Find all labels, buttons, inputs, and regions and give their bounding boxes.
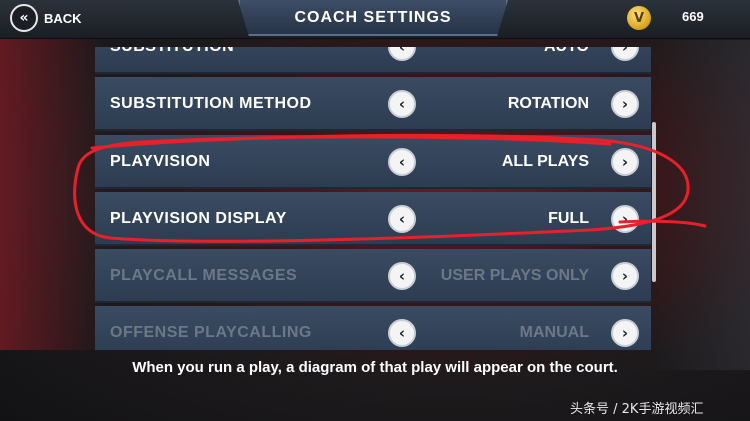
setting-label: SUBSTITUTION	[110, 47, 234, 74]
double-chevron-left-icon: «	[10, 4, 38, 32]
setting-value: AUTO	[544, 47, 589, 74]
back-button[interactable]: « BACK	[10, 4, 82, 32]
settings-list[interactable]: SUBSTITUTION ‹ AUTO › SUBSTITUTION METHO…	[95, 47, 651, 350]
setting-description: When you run a play, a diagram of that p…	[132, 359, 618, 376]
chevron-left-icon[interactable]: ‹	[388, 205, 416, 233]
chevron-right-icon[interactable]: ›	[611, 90, 639, 118]
setting-row-playvision-display[interactable]: PLAYVISION DISPLAY ‹ FULL ›	[95, 192, 651, 246]
background-glow-right	[650, 40, 750, 370]
chevron-right-icon[interactable]: ›	[611, 47, 639, 61]
chevron-left-icon[interactable]: ‹	[388, 90, 416, 118]
background-glow-left	[0, 30, 110, 350]
chevron-right-icon[interactable]: ›	[611, 319, 639, 347]
setting-label: PLAYVISION DISPLAY	[110, 210, 287, 227]
vc-coin-icon: V	[627, 6, 651, 30]
watermark: 头条号 / 2K手游视频汇	[570, 402, 704, 417]
setting-value: USER PLAYS ONLY	[440, 267, 589, 284]
chevron-left-icon[interactable]: ‹	[388, 148, 416, 176]
setting-row-playcall-messages[interactable]: PLAYCALL MESSAGES ‹ USER PLAYS ONLY ›	[95, 249, 651, 303]
page-title: COACH SETTINGS	[294, 9, 452, 26]
setting-row-offense-playcalling[interactable]: OFFENSE PLAYCALLING ‹ MANUAL ›	[95, 306, 651, 350]
vc-balance: 669	[682, 9, 704, 24]
back-label: BACK	[44, 10, 82, 26]
chevron-left-icon[interactable]: ‹	[388, 262, 416, 290]
chevron-right-icon[interactable]: ›	[611, 205, 639, 233]
setting-row-playvision[interactable]: PLAYVISION ‹ ALL PLAYS ›	[95, 135, 651, 189]
setting-label: PLAYCALL MESSAGES	[110, 267, 298, 284]
setting-value: ROTATION	[507, 95, 589, 112]
setting-row-substitution[interactable]: SUBSTITUTION ‹ AUTO ›	[95, 47, 651, 74]
setting-label: OFFENSE PLAYCALLING	[110, 324, 312, 341]
chevron-left-icon[interactable]: ‹	[388, 47, 416, 61]
chevron-right-icon[interactable]: ›	[611, 262, 639, 290]
setting-value: ALL PLAYS	[501, 153, 589, 170]
setting-row-substitution-method[interactable]: SUBSTITUTION METHOD ‹ ROTATION ›	[95, 77, 651, 131]
setting-value: MANUAL	[519, 324, 589, 341]
setting-label: PLAYVISION	[110, 153, 211, 170]
chevron-left-icon[interactable]: ‹	[388, 319, 416, 347]
chevron-right-icon[interactable]: ›	[611, 148, 639, 176]
setting-value: FULL	[548, 210, 589, 227]
scrollbar[interactable]	[652, 122, 656, 282]
setting-label: SUBSTITUTION METHOD	[110, 95, 312, 112]
